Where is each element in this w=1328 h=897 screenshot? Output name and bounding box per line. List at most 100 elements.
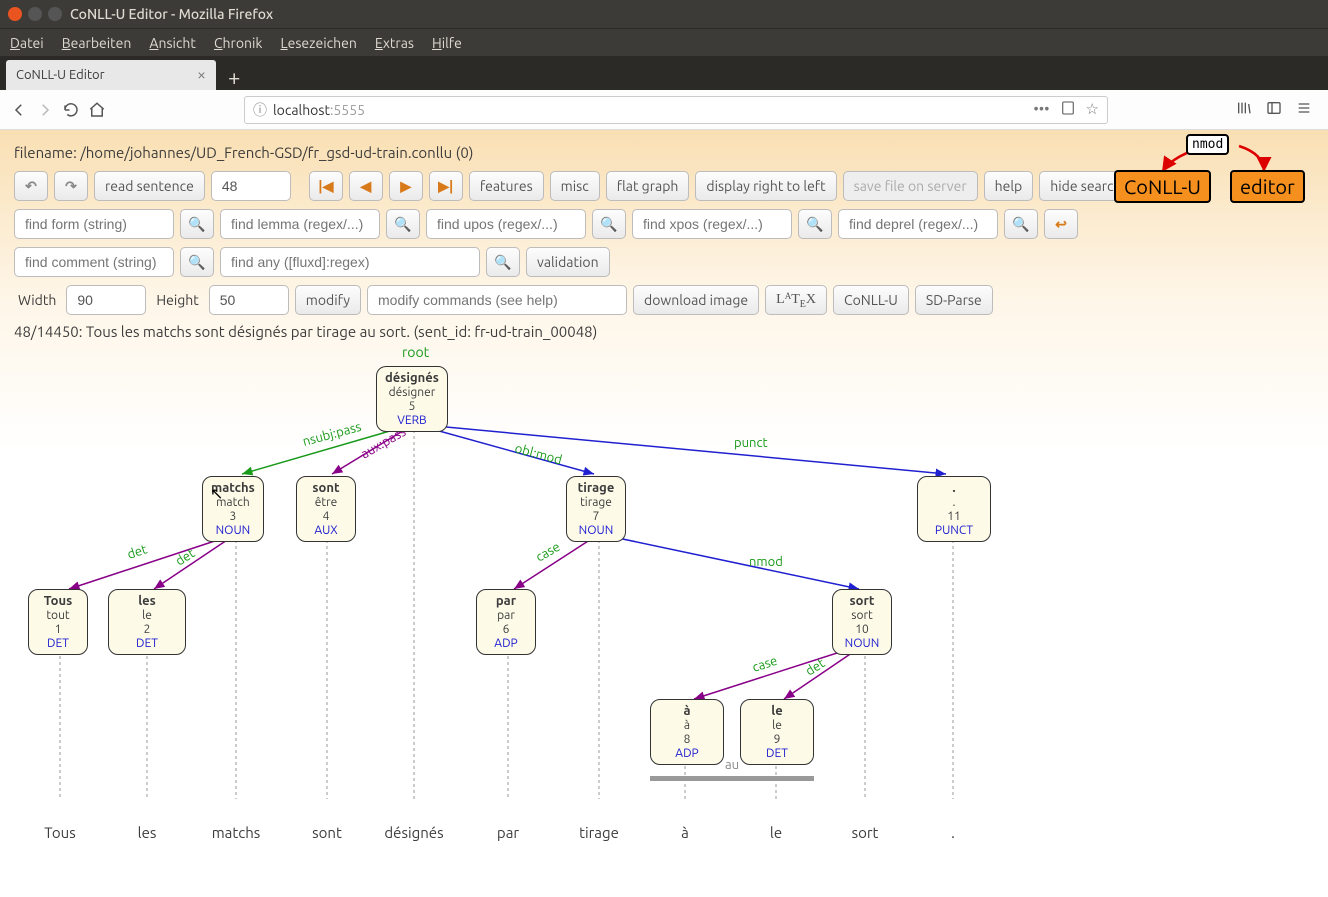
token: par (497, 824, 519, 841)
window-titlebar: CoNLL-U Editor - Mozilla Firefox (0, 0, 1328, 28)
logo-editor: editor (1230, 170, 1305, 203)
modify-button[interactable]: modify (295, 285, 361, 315)
search-upos-button[interactable]: 🔍 (592, 209, 626, 239)
token: désignés (384, 824, 443, 841)
back-icon[interactable] (10, 101, 28, 119)
browser-tab[interactable]: CoNLL-U Editor × (6, 60, 216, 90)
browser-menubar: Datei Bearbeiten Ansicht Chronik Lesezei… (0, 28, 1328, 56)
node-7[interactable]: tiragetirage7NOUN (566, 476, 626, 542)
search-deprel-button[interactable]: 🔍 (1004, 209, 1038, 239)
save-file-button[interactable]: save file on server (843, 171, 978, 201)
menu-datei[interactable]: Datei (10, 35, 44, 51)
bookmark-icon[interactable]: ☆ (1086, 100, 1099, 119)
search-xpos-button[interactable]: 🔍 (798, 209, 832, 239)
home-icon[interactable] (88, 101, 106, 119)
search-comment-button[interactable]: 🔍 (180, 247, 214, 277)
search-any-button[interactable]: 🔍 (486, 247, 520, 277)
download-image-button[interactable]: download image (633, 285, 759, 315)
display-rtl-button[interactable]: display right to left (695, 171, 836, 201)
node-6[interactable]: parpar6ADP (476, 589, 536, 655)
menu-extras[interactable]: Extras (375, 35, 414, 51)
next-button[interactable]: ▶ (389, 171, 423, 201)
search-back-button[interactable]: ↩ (1044, 209, 1078, 239)
tab-title: CoNLL-U Editor (16, 68, 105, 82)
last-button[interactable]: ▶| (429, 171, 463, 201)
library-icon[interactable] (1236, 100, 1252, 119)
redo-button[interactable]: ↷ (54, 171, 88, 201)
width-input[interactable] (66, 285, 146, 315)
latex-button[interactable]: LATEX (765, 285, 827, 315)
svg-text:nmod: nmod (749, 555, 783, 569)
svg-text:nsubj:pass: nsubj:pass (301, 420, 363, 449)
sentence-number-input[interactable] (211, 171, 291, 201)
token: sont (312, 824, 342, 841)
sentence-info: 48/14450: Tous les matchs sont désignés … (14, 323, 1314, 340)
svg-text:punct: punct (734, 436, 768, 450)
find-form-input[interactable] (14, 209, 174, 239)
prev-button[interactable]: ◀ (349, 171, 383, 201)
node-5[interactable]: désignésdésigner5VERB (376, 366, 448, 432)
window-close-icon[interactable] (8, 7, 22, 21)
token: . (951, 824, 955, 841)
flat-graph-button[interactable]: flat graph (606, 171, 690, 201)
logo-nmod: nmod (1186, 134, 1229, 155)
search-form-button[interactable]: 🔍 (180, 209, 214, 239)
find-lemma-input[interactable] (220, 209, 380, 239)
find-xpos-input[interactable] (632, 209, 792, 239)
node-9[interactable]: lele9DET (740, 699, 814, 765)
browser-navbar: ⓘ localhost:5555 ••• ☆ (0, 90, 1328, 130)
menu-lesezeichen[interactable]: Lesezeichen (280, 35, 356, 51)
first-button[interactable]: |◀ (309, 171, 343, 201)
node-1[interactable]: Toustout1DET (28, 589, 88, 655)
url-bar[interactable]: ⓘ localhost:5555 ••• ☆ (244, 96, 1108, 124)
token: tirage (579, 824, 619, 841)
browser-tabbar: CoNLL-U Editor × + (0, 56, 1328, 90)
node-11[interactable]: ..11PUNCT (917, 476, 991, 542)
node-4[interactable]: sontêtre4AUX (296, 476, 356, 542)
node-10[interactable]: sortsort10NOUN (832, 589, 892, 655)
window-title: CoNLL-U Editor - Mozilla Firefox (70, 6, 273, 22)
node-2[interactable]: lesle2DET (108, 589, 186, 655)
conllu-button[interactable]: CoNLL-U (833, 285, 909, 315)
sidebar-icon[interactable] (1266, 100, 1282, 119)
find-comment-input[interactable] (14, 247, 174, 277)
token: Tous (44, 824, 75, 841)
find-deprel-input[interactable] (838, 209, 998, 239)
svg-text:case: case (751, 654, 780, 675)
reader-icon[interactable] (1060, 100, 1076, 119)
window-maximize-icon[interactable] (48, 7, 62, 21)
search-lemma-button[interactable]: 🔍 (386, 209, 420, 239)
new-tab-button[interactable]: + (216, 65, 252, 90)
misc-button[interactable]: misc (550, 171, 600, 201)
mouse-cursor-icon: ↖ (210, 484, 223, 503)
token: matchs (212, 824, 261, 841)
height-input[interactable] (209, 285, 289, 315)
width-label: Width (18, 292, 56, 308)
read-sentence-button[interactable]: read sentence (94, 171, 205, 201)
logo-conllu: CoNLL-U (1114, 170, 1211, 203)
undo-button[interactable]: ↶ (14, 171, 48, 201)
more-icon[interactable]: ••• (1033, 100, 1049, 119)
node-8[interactable]: àà8ADP (650, 699, 724, 765)
menu-icon[interactable] (1296, 100, 1312, 119)
window-minimize-icon[interactable] (28, 7, 42, 21)
menu-bearbeiten[interactable]: Bearbeiten (62, 35, 132, 51)
features-button[interactable]: features (469, 171, 544, 201)
find-any-input[interactable] (220, 247, 480, 277)
tab-close-icon[interactable]: × (197, 66, 206, 84)
site-info-icon[interactable]: ⓘ (253, 100, 267, 120)
modify-commands-input[interactable] (367, 285, 627, 315)
token: les (138, 824, 157, 841)
find-upos-input[interactable] (426, 209, 586, 239)
validation-button[interactable]: validation (526, 247, 610, 277)
menu-chronik[interactable]: Chronik (214, 35, 263, 51)
menu-hilfe[interactable]: Hilfe (432, 35, 462, 51)
dependency-tree[interactable]: root n (14, 344, 1014, 824)
help-button[interactable]: help (984, 171, 1034, 201)
token: le (770, 824, 782, 841)
sdparse-button[interactable]: SD-Parse (915, 285, 993, 315)
menu-ansicht[interactable]: Ansicht (149, 35, 196, 51)
forward-icon (36, 101, 54, 119)
reload-icon[interactable] (62, 101, 80, 119)
svg-text:det: det (803, 656, 827, 678)
